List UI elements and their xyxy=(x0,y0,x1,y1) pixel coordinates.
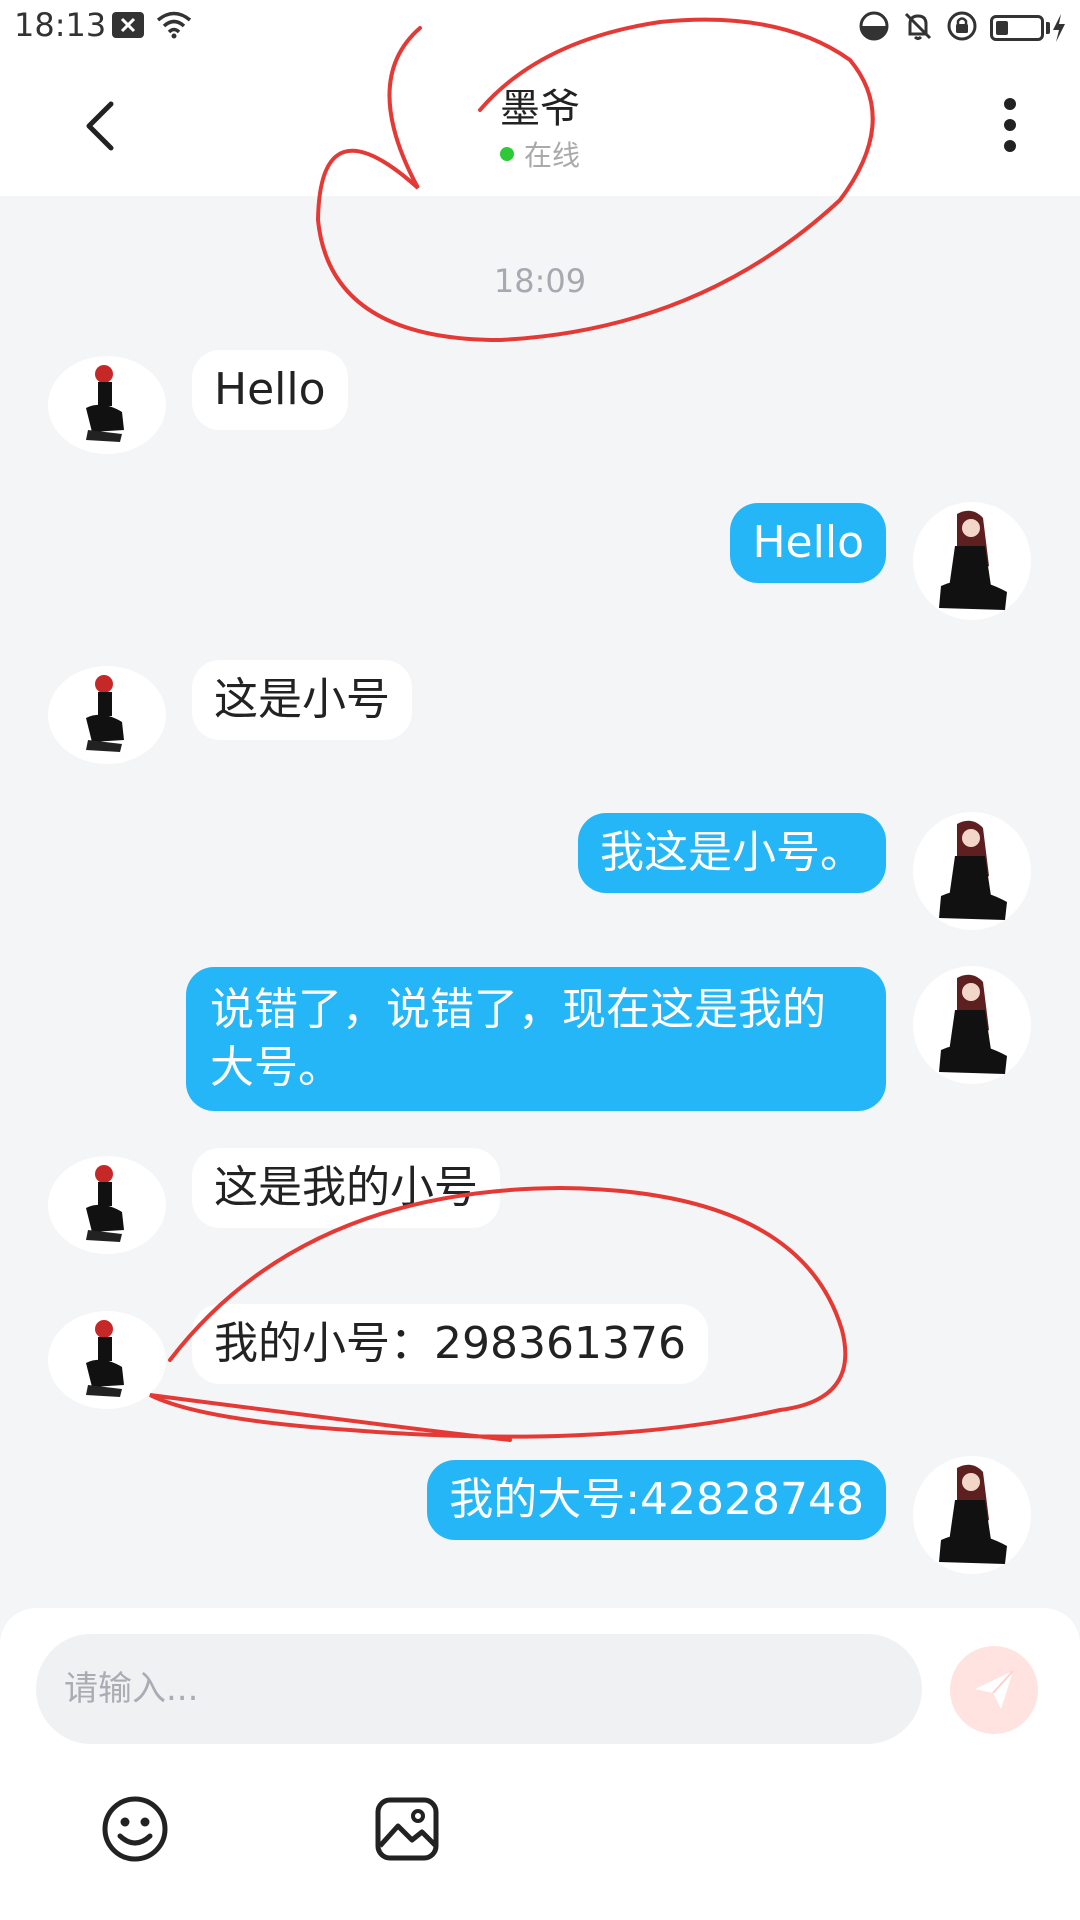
more-vertical-icon xyxy=(1004,98,1016,152)
data-saver-icon xyxy=(858,10,890,46)
outgoing-message-bubble[interactable]: 我这是小号。 xyxy=(578,813,886,893)
my-avatar[interactable] xyxy=(913,502,1031,620)
my-avatar-image xyxy=(939,820,1007,920)
battery-charging-icon xyxy=(990,14,1066,42)
bell-off-icon xyxy=(902,10,934,46)
my-avatar-image xyxy=(939,1464,1007,1564)
my-avatar[interactable] xyxy=(913,1456,1031,1574)
emoji-icon xyxy=(102,1796,168,1862)
online-status: 在线 xyxy=(0,134,1080,174)
contact-avatar-image xyxy=(86,1165,124,1242)
online-status-label: 在线 xyxy=(523,139,580,172)
wifi-icon xyxy=(156,11,192,43)
contact-avatar[interactable] xyxy=(48,1311,166,1409)
my-avatar-image xyxy=(939,974,1007,1074)
online-dot xyxy=(499,147,514,161)
notification-close-icon xyxy=(112,12,144,42)
outgoing-message-bubble[interactable]: Hello xyxy=(730,503,886,583)
more-options-button[interactable] xyxy=(980,90,1040,160)
time-divider: 18:09 xyxy=(493,262,587,300)
contact-avatar[interactable] xyxy=(48,666,166,764)
incoming-message-bubble[interactable]: 我的小号：298361376 xyxy=(192,1304,708,1384)
contact-avatar-image xyxy=(86,675,124,752)
contact-name: 墨爷 xyxy=(500,86,580,132)
contact-avatar[interactable] xyxy=(48,356,166,454)
message-input[interactable] xyxy=(36,1634,922,1744)
my-avatar[interactable] xyxy=(913,812,1031,930)
my-avatar-image xyxy=(939,510,1007,610)
contact-avatar-image xyxy=(86,1320,124,1397)
chat-header: 墨爷 在线 xyxy=(0,56,1080,196)
outgoing-message-bubble[interactable]: 我的大号:42828748 xyxy=(427,1460,886,1540)
send-icon xyxy=(975,1670,1014,1709)
incoming-message-bubble[interactable]: 这是小号 xyxy=(192,660,412,740)
my-avatar[interactable] xyxy=(913,966,1031,1084)
outgoing-message-bubble[interactable]: 说错了，说错了，现在这是我的大号。 xyxy=(186,967,886,1111)
status-time: 18:13 xyxy=(14,6,107,44)
contact-avatar[interactable] xyxy=(48,1156,166,1254)
contact-avatar-image xyxy=(86,365,124,442)
composer-panel xyxy=(0,1608,1080,1920)
emoji-button[interactable] xyxy=(100,1794,170,1864)
incoming-message-bubble[interactable]: 这是我的小号 xyxy=(192,1148,500,1228)
lock-rotation-icon xyxy=(946,10,978,46)
image-icon xyxy=(375,1797,439,1861)
incoming-message-bubble[interactable]: Hello xyxy=(192,350,348,430)
send-button[interactable] xyxy=(950,1646,1038,1734)
status-bar: 18:13 xyxy=(0,0,1080,56)
image-button[interactable] xyxy=(372,1794,442,1864)
